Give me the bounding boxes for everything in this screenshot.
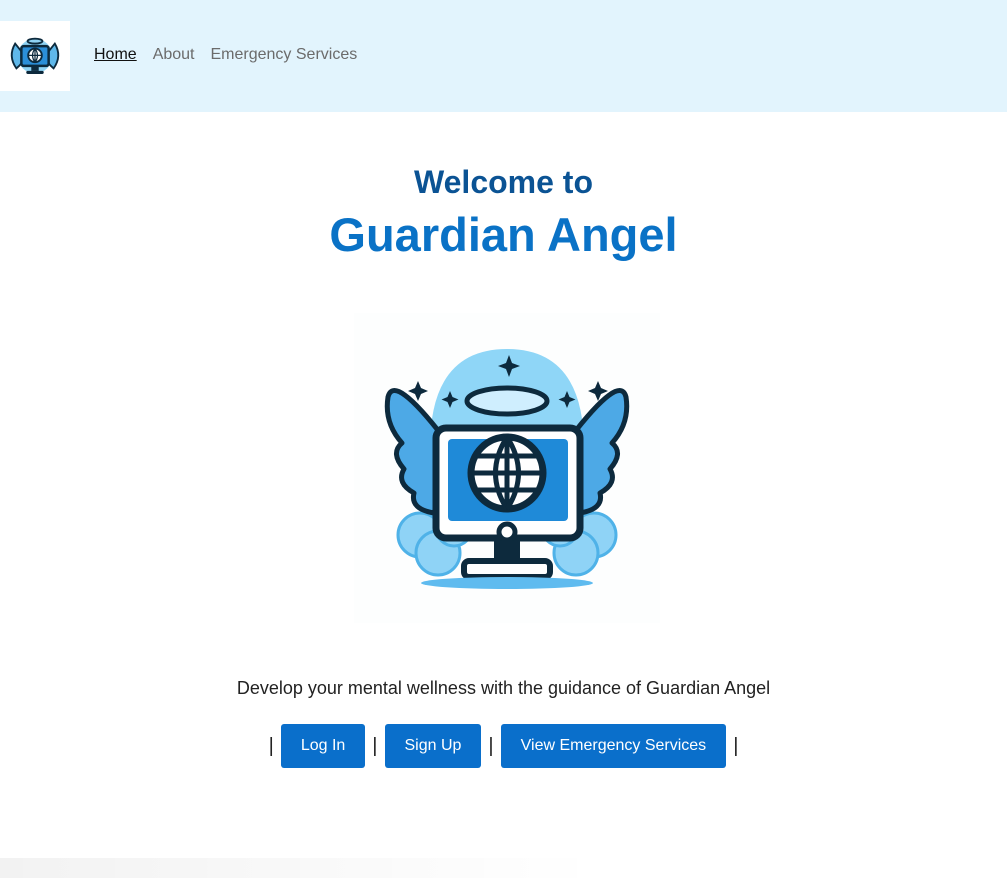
separator: | <box>372 735 378 757</box>
separator: | <box>268 735 274 757</box>
brand-title: Guardian Angel <box>329 208 678 261</box>
login-button[interactable]: Log In <box>280 724 366 768</box>
hero-illustration <box>354 313 660 623</box>
nav-links: Home About Emergency Services <box>94 45 357 65</box>
tagline: Develop your mental wellness with the gu… <box>236 678 771 698</box>
logo[interactable] <box>0 21 70 91</box>
action-bar: | Log In | Sign Up | View Emergency Serv… <box>0 724 1007 768</box>
guardian-angel-logo-icon <box>10 37 60 74</box>
navbar: Home About Emergency Services <box>0 0 1007 112</box>
angel-computer-globe-icon <box>384 349 630 589</box>
separator: | <box>733 735 739 757</box>
separator: | <box>488 735 494 757</box>
view-emergency-services-button[interactable]: View Emergency Services <box>500 724 727 768</box>
welcome-heading: Welcome to <box>414 164 593 200</box>
bottom-shadow <box>0 858 600 878</box>
nav-link-home[interactable]: Home <box>94 45 137 65</box>
nav-link-emergency-services[interactable]: Emergency Services <box>211 45 358 65</box>
signup-button[interactable]: Sign Up <box>384 724 482 768</box>
nav-link-about[interactable]: About <box>153 45 195 65</box>
